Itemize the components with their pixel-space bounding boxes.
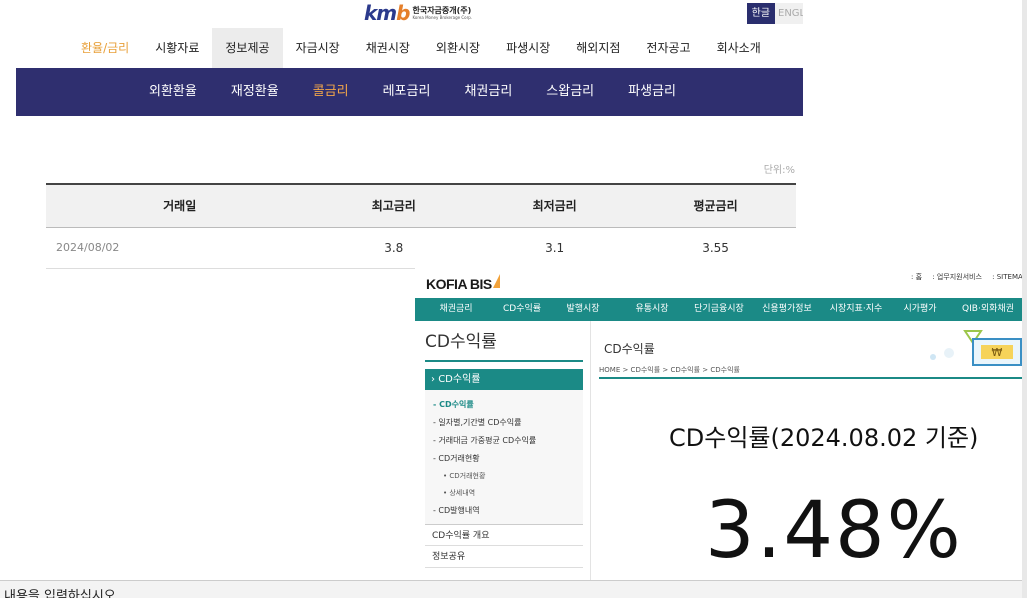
bottom-input-bar[interactable]: 내용을 입력하십시오. [0, 580, 1027, 598]
subnav-derivative-rate[interactable]: 파생금리 [611, 68, 693, 116]
col-header-trade-date: 거래일 [46, 183, 314, 228]
kofia-nav-market-index[interactable]: 시장지표·지수 [821, 298, 891, 321]
page-title: CD수익률 [604, 342, 655, 356]
table-header-row: 거래일 최고금리 최저금리 평균금리 [46, 183, 796, 228]
cell-trade-date: 2024/08/02 [46, 227, 314, 269]
nav-item-derivatives[interactable]: 파생시장 [493, 28, 563, 68]
col-header-high-rate: 최고금리 [313, 183, 475, 228]
header-decoration-icon: ₩ [930, 330, 1022, 366]
cell-high-rate: 3.8 [313, 227, 475, 269]
nav-item-market-data[interactable]: 시황자료 [142, 28, 212, 68]
subnav-call-rate[interactable]: 콜금리 [296, 68, 366, 116]
kmb-logo[interactable]: kmb 한국자금중개(주) Korea Money Brokerage Corp… [364, 1, 482, 25]
sidebar-link-cd-overview[interactable]: CD수익률 개요 [425, 524, 583, 546]
bottom-input-placeholder: 내용을 입력하십시오. [4, 589, 120, 598]
cd-yield-headline: CD수익률(2024.08.02 기준) [669, 424, 979, 452]
kofia-logo-text: KOFIA BIS [426, 276, 492, 292]
content-divider [590, 321, 591, 580]
sidebar-submenu: - CD수익률 - 일자별,기간별 CD수익률 - 거래대금 가중평균 CD수익… [425, 390, 583, 524]
kmb-sub-nav: 외환환율 재정환율 콜금리 레포금리 채권금리 스왑금리 파생금리 [16, 68, 803, 116]
language-switch: 한글 ENGL [746, 3, 803, 24]
subnav-swap-rate[interactable]: 스왑금리 [529, 68, 611, 116]
nav-item-info[interactable]: 정보제공 [212, 28, 283, 68]
kofia-nav-issue-market[interactable]: 발행시장 [547, 298, 619, 321]
kmb-main-nav: 환율/금리 시황자료 정보제공 자금시장 채권시장 외환시장 파생시장 해외지점… [68, 28, 774, 68]
kmb-panel: kmb 한국자금중개(주) Korea Money Brokerage Corp… [16, 0, 803, 270]
lang-english-button[interactable]: ENGL [775, 3, 803, 24]
nav-item-notices[interactable]: 전자공고 [633, 28, 703, 68]
submenu-cd-yield[interactable]: - CD수익률 [433, 396, 583, 414]
sidebar-link-info-share[interactable]: 정보공유 [425, 546, 583, 568]
kofia-nav-qib[interactable]: QIB·외화채권 [949, 298, 1027, 321]
utility-links: : 홈 : 업무지원서비스 : SITEMAP [903, 272, 1027, 282]
kofia-nav-trade-market[interactable]: 유통시장 [619, 298, 685, 321]
right-scrollbar[interactable] [1022, 0, 1027, 598]
submenu-cd-issues[interactable]: - CD발행내역 [433, 502, 583, 520]
nav-item-fx-rates[interactable]: 환율/금리 [68, 28, 142, 68]
currency-symbol: ₩ [992, 346, 1003, 359]
util-home-link[interactable]: : 홈 [911, 273, 922, 281]
left-sidebar: CD수익률 › CD수익률 - CD수익률 - 일자별,기간별 CD수익률 - … [425, 328, 583, 568]
unit-label: 단위:% [763, 165, 795, 176]
kofia-nav-short-term[interactable]: 단기금융시장 [685, 298, 753, 321]
submenu-daily-period-yield[interactable]: - 일자별,기간별 CD수익률 [433, 414, 583, 432]
call-rate-table: 거래일 최고금리 최저금리 평균금리 2024/08/02 3.8 3.1 3.… [46, 183, 796, 269]
kofia-nav-bond-rate[interactable]: 채권금리 [415, 298, 497, 321]
sidebar-item-cd-yield[interactable]: › CD수익률 [425, 369, 583, 390]
kmb-logo-mark: kmb [364, 1, 410, 25]
submenu-weighted-avg-yield[interactable]: - 거래대금 가중평균 CD수익률 [433, 432, 583, 450]
submenu-details[interactable]: • 상세내역 [433, 485, 583, 502]
cell-low-rate: 3.1 [474, 227, 636, 269]
sidebar-item-label: CD수익률 [438, 374, 481, 385]
submenu-cd-trades[interactable]: - CD거래현황 [433, 450, 583, 468]
kofia-nav-cd-yield[interactable]: CD수익률 [497, 298, 547, 321]
nav-item-about[interactable]: 회사소개 [704, 28, 774, 68]
kmb-logo-ko: 한국자금중개(주) [412, 5, 472, 15]
kofia-nav-valuation[interactable]: 시가평가 [891, 298, 949, 321]
sidebar-title: CD수익률 [425, 328, 583, 362]
col-header-avg-rate: 평균금리 [635, 183, 796, 228]
kofia-logo[interactable]: KOFIA BIS [426, 274, 500, 292]
cell-avg-rate: 3.55 [635, 227, 796, 269]
subnav-arbitrage-rate[interactable]: 재정환율 [214, 68, 296, 116]
kofia-panel: KOFIA BIS : 홈 : 업무지원서비스 : SITEMAP 채권금리 C… [415, 268, 1027, 580]
nav-item-bond-market[interactable]: 채권시장 [353, 28, 423, 68]
kofia-logo-mark-icon [492, 274, 500, 288]
breadcrumb: HOME > CD수익률 > CD수익률 > CD수익률 [599, 366, 1027, 379]
nav-item-fx-market[interactable]: 외환시장 [423, 28, 493, 68]
table-row: 2024/08/02 3.8 3.1 3.55 [46, 227, 796, 269]
nav-item-overseas[interactable]: 해외지점 [563, 28, 633, 68]
subnav-repo-rate[interactable]: 레포금리 [366, 68, 448, 116]
lang-korean-button[interactable]: 한글 [746, 3, 775, 24]
subnav-bond-rate[interactable]: 채권금리 [447, 68, 529, 116]
subnav-fx-rate[interactable]: 외환환율 [132, 68, 214, 116]
kmb-logo-en: Korea Money Brokerage Corp. [412, 14, 473, 20]
cd-yield-value: 3.48% [705, 486, 963, 576]
util-support-link[interactable]: : 업무지원서비스 [932, 273, 982, 281]
kofia-main-nav: 채권금리 CD수익률 발행시장 유통시장 단기금융시장 신용평가정보 시장지표·… [415, 298, 1027, 321]
kofia-nav-credit-rating[interactable]: 신용평가정보 [753, 298, 821, 321]
nav-item-money-market[interactable]: 자금시장 [283, 28, 353, 68]
col-header-low-rate: 최저금리 [474, 183, 636, 228]
submenu-cd-trades-status[interactable]: • CD거래현황 [433, 468, 583, 485]
